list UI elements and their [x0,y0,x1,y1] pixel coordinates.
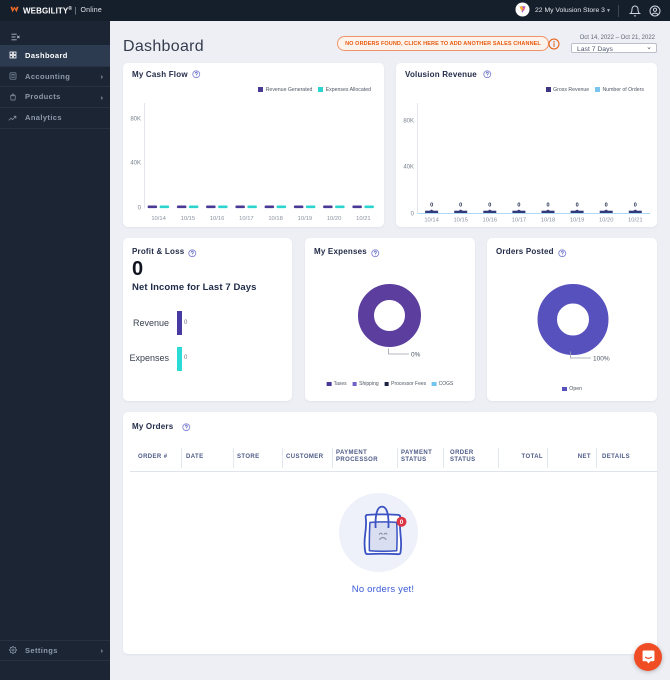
svg-text:0: 0 [576,203,579,209]
svg-text:0: 0 [400,519,404,526]
svg-text:40K: 40K [130,161,141,167]
svg-text:10/17: 10/17 [512,218,527,224]
svg-text:10/21: 10/21 [356,216,371,222]
svg-text:10/16: 10/16 [483,218,498,224]
svg-text:80K: 80K [130,117,141,123]
svg-text:0: 0 [430,203,433,209]
svg-text:10/21: 10/21 [628,218,643,224]
svg-text:10/15: 10/15 [453,218,468,224]
svg-text:0: 0 [634,203,637,209]
svg-text:10/20: 10/20 [599,218,614,224]
svg-text:10/18: 10/18 [268,216,283,222]
svg-text:0%: 0% [411,352,421,359]
svg-text:0: 0 [517,203,520,209]
svg-text:80K: 80K [403,119,414,125]
svg-text:100%: 100% [593,356,610,363]
svg-text:10/14: 10/14 [151,216,166,222]
svg-text:0: 0 [488,203,491,209]
svg-text:0: 0 [546,203,549,209]
svg-text:0: 0 [138,206,142,212]
svg-text:40K: 40K [403,165,414,171]
svg-text:10/15: 10/15 [181,216,196,222]
svg-text:10/19: 10/19 [570,218,585,224]
svg-text:10/14: 10/14 [424,218,439,224]
svg-text:10/20: 10/20 [327,216,342,222]
svg-text:0: 0 [605,203,608,209]
svg-text:0: 0 [411,212,415,218]
svg-text:10/17: 10/17 [239,216,254,222]
svg-text:10/19: 10/19 [298,216,313,222]
svg-text:0: 0 [459,203,462,209]
svg-text:10/16: 10/16 [210,216,225,222]
svg-text:10/18: 10/18 [541,218,556,224]
